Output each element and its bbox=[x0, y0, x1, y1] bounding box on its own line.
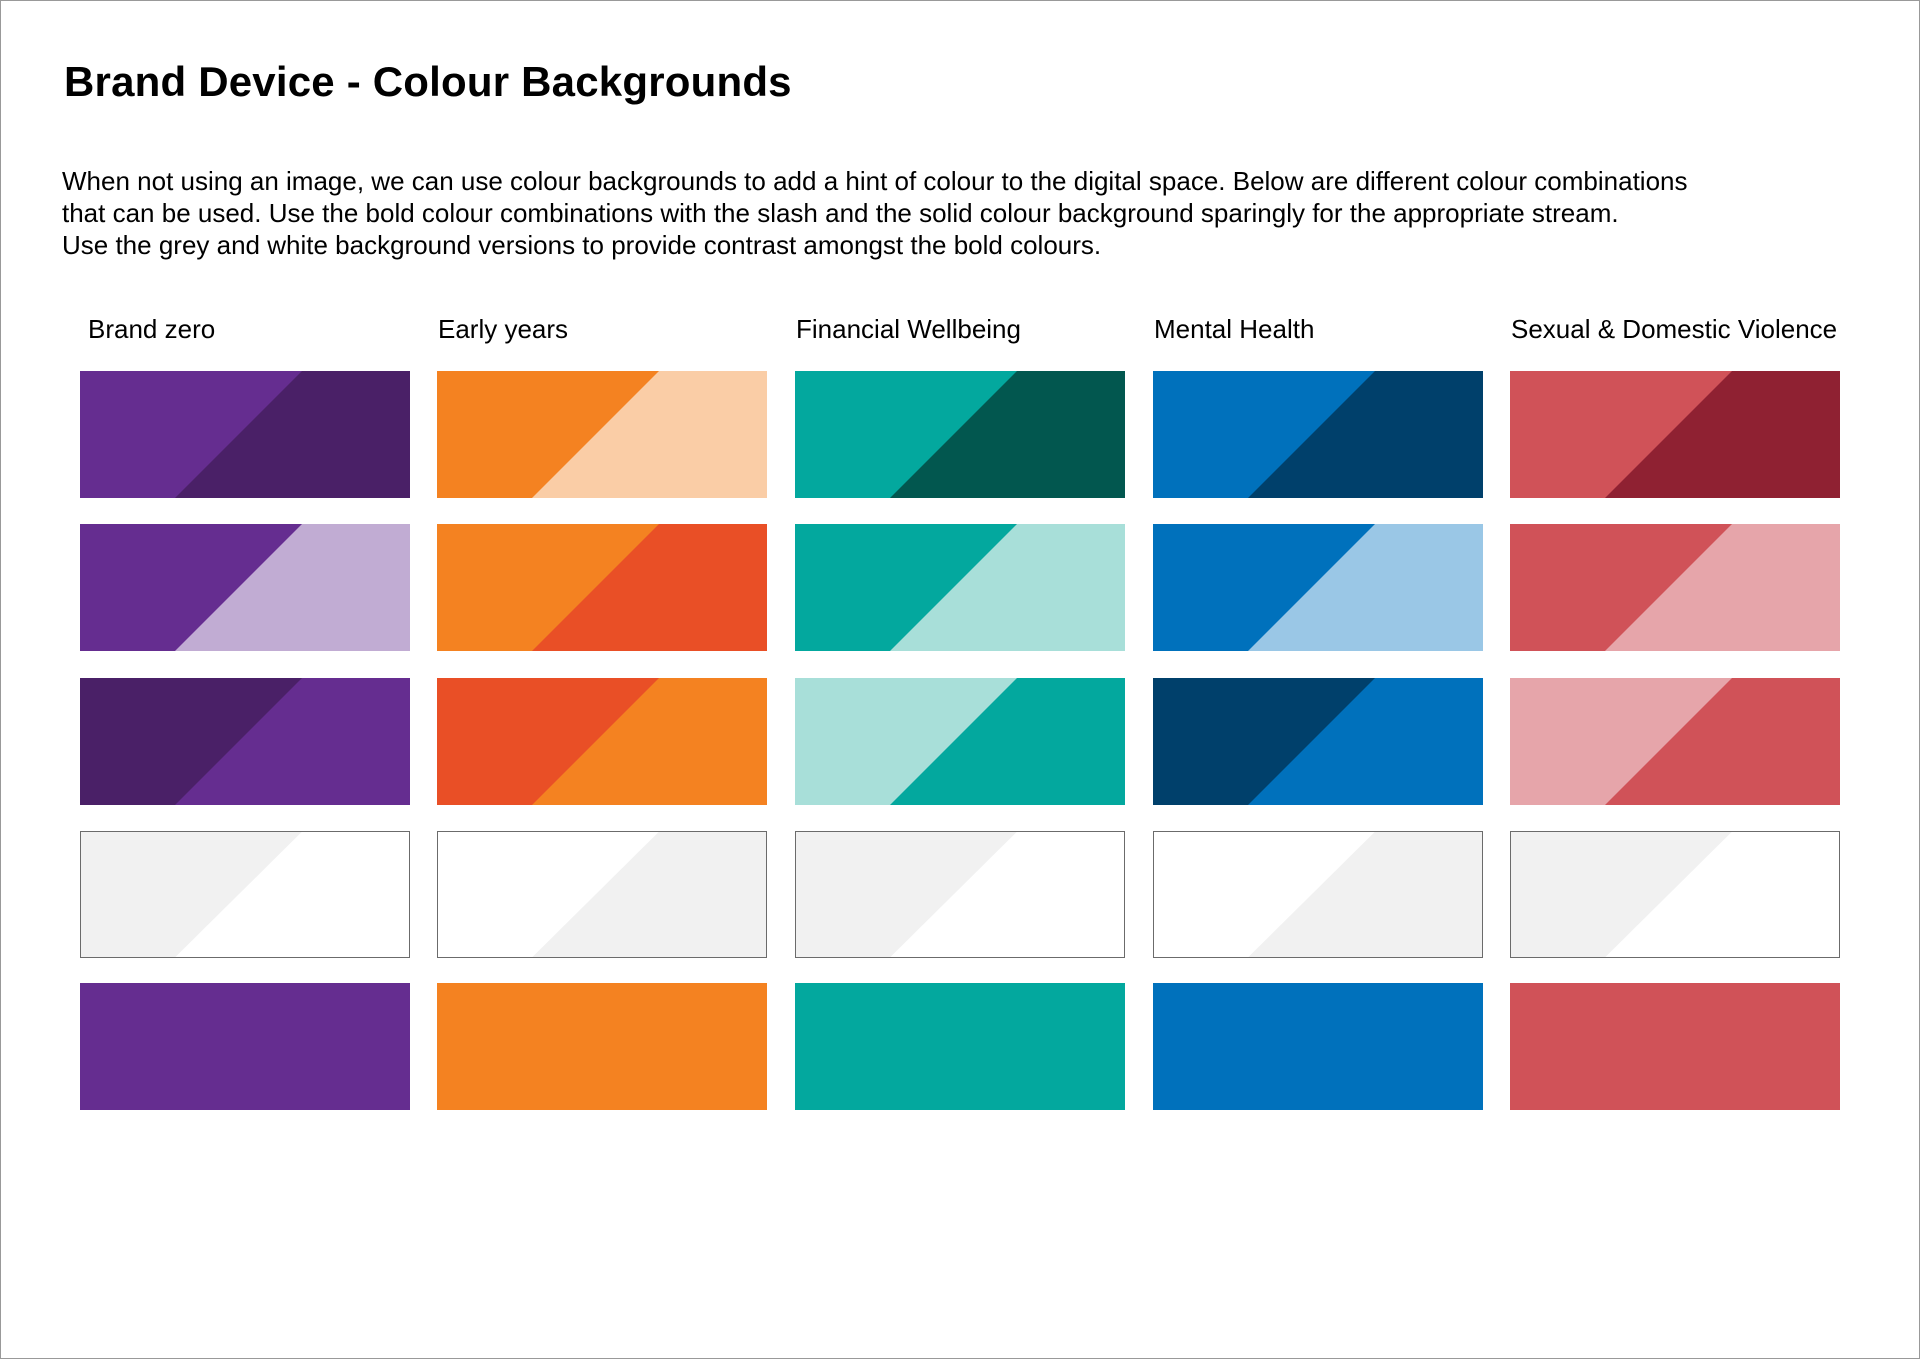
swatch-graphic bbox=[1510, 371, 1840, 498]
slash-colour-swatch bbox=[437, 678, 767, 805]
swatch-primary-colour bbox=[1510, 983, 1840, 1110]
slash-colour-swatch bbox=[80, 831, 410, 958]
column-label: Early years bbox=[438, 314, 569, 344]
solid-colour-swatch bbox=[1153, 983, 1483, 1110]
slash-colour-swatch bbox=[1153, 371, 1483, 498]
slash-colour-swatch bbox=[437, 524, 767, 651]
swatch-graphic bbox=[437, 678, 767, 805]
slash-colour-swatch bbox=[795, 371, 1125, 498]
column-label: Brand zero bbox=[88, 314, 216, 344]
swatch-graphic bbox=[1153, 983, 1483, 1110]
slash-colour-swatch bbox=[795, 678, 1125, 805]
swatch-primary-colour bbox=[1153, 983, 1483, 1110]
swatch-graphic bbox=[437, 983, 767, 1110]
slash-colour-swatch bbox=[80, 524, 410, 651]
swatch-graphic bbox=[80, 371, 410, 498]
swatch-graphic bbox=[795, 371, 1125, 498]
swatch-graphic bbox=[438, 832, 766, 957]
intro-line: that can be used. Use the bold colour co… bbox=[62, 198, 1619, 228]
swatch-primary-colour bbox=[80, 983, 410, 1110]
slash-colour-swatch bbox=[437, 831, 767, 958]
swatch-graphic bbox=[795, 524, 1125, 651]
swatch-graphic bbox=[1153, 524, 1483, 651]
swatch-graphic bbox=[80, 678, 410, 805]
slash-colour-swatch bbox=[795, 524, 1125, 651]
swatch-primary-colour bbox=[437, 983, 767, 1110]
slash-colour-swatch bbox=[1510, 831, 1840, 958]
swatch-graphic bbox=[1510, 678, 1840, 805]
solid-colour-swatch bbox=[795, 983, 1125, 1110]
slash-colour-swatch bbox=[1153, 678, 1483, 805]
slash-colour-swatch bbox=[795, 831, 1125, 958]
intro-line: Use the grey and white background versio… bbox=[62, 230, 1102, 260]
intro-text: When not using an image, we can use colo… bbox=[62, 165, 1882, 261]
solid-colour-swatch bbox=[1510, 983, 1840, 1110]
slash-colour-swatch bbox=[1510, 371, 1840, 498]
swatch-graphic bbox=[1154, 832, 1482, 957]
swatch-graphic bbox=[1153, 678, 1483, 805]
slash-colour-swatch bbox=[1153, 524, 1483, 651]
solid-colour-swatch bbox=[437, 983, 767, 1110]
swatch-graphic bbox=[80, 524, 410, 651]
swatch-graphic bbox=[1511, 832, 1839, 957]
page-title: Brand Device - Colour Backgrounds bbox=[64, 58, 792, 105]
column-label: Financial Wellbeing bbox=[796, 314, 1021, 344]
intro-line: When not using an image, we can use colo… bbox=[62, 166, 1688, 196]
slash-colour-swatch bbox=[1510, 678, 1840, 805]
swatch-graphic bbox=[437, 524, 767, 651]
column-label: Sexual & Domestic Violence bbox=[1511, 314, 1838, 344]
column-label: Mental Health bbox=[1154, 314, 1315, 344]
swatch-graphic bbox=[1510, 524, 1840, 651]
slash-colour-swatch bbox=[437, 371, 767, 498]
swatch-graphic bbox=[796, 832, 1124, 957]
swatch-graphic bbox=[795, 983, 1125, 1110]
slash-colour-swatch bbox=[1510, 524, 1840, 651]
swatch-primary-colour bbox=[795, 983, 1125, 1110]
slash-colour-swatch bbox=[80, 371, 410, 498]
slash-colour-swatch bbox=[1153, 831, 1483, 958]
swatch-graphic bbox=[81, 832, 409, 957]
swatch-graphic bbox=[1153, 371, 1483, 498]
swatch-graphic bbox=[80, 983, 410, 1110]
swatch-graphic bbox=[437, 371, 767, 498]
swatch-graphic bbox=[795, 678, 1125, 805]
swatch-graphic bbox=[1510, 983, 1840, 1110]
slash-colour-swatch bbox=[80, 678, 410, 805]
solid-colour-swatch bbox=[80, 983, 410, 1110]
